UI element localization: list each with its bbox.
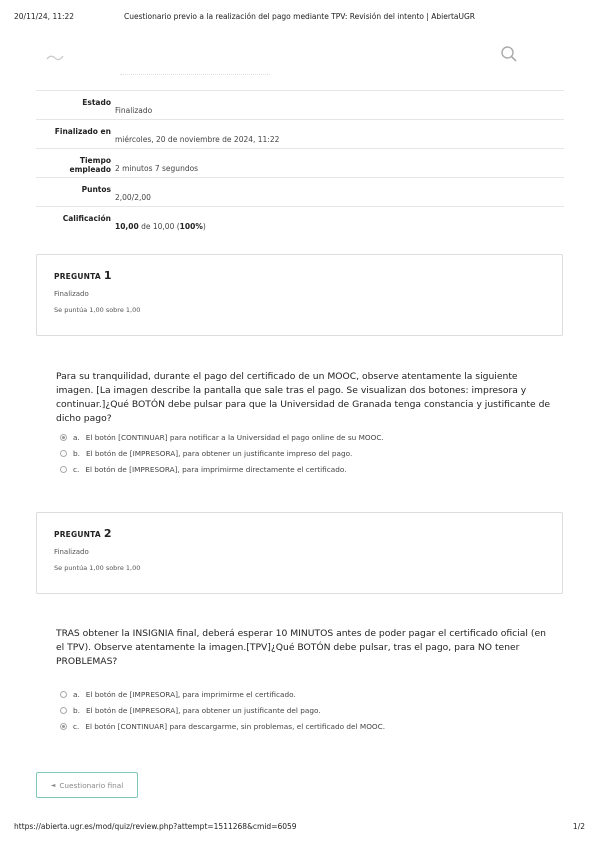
grade-percent: 100% [179, 222, 203, 231]
question-2-text: TRAS obtener la INSIGNIA final, deberá e… [56, 628, 546, 667]
summary-row-finished: Finalizado en miércoles, 20 de noviembre… [36, 119, 564, 148]
answer-letter: b. [73, 448, 80, 458]
question-number: 1 [103, 269, 112, 282]
radio-checked-icon[interactable] [60, 433, 67, 441]
site-logo-icon[interactable] [46, 52, 64, 62]
grade-end: ) [202, 222, 206, 231]
summary-value: 2 minutos 7 segundos [115, 164, 199, 173]
answer-text: El botón de [IMPRESORA], para imprimirme… [85, 689, 296, 699]
answer-option[interactable]: b. El botón de [IMPRESORA], para obtener … [60, 702, 540, 718]
question-grade: Se puntúa 1,00 sobre 1,00 [54, 564, 141, 572]
radio-unchecked-icon[interactable] [60, 706, 67, 714]
summary-value: miércoles, 20 de noviembre de 2024, 11:2… [115, 135, 280, 144]
question-2-info: PREGUNTA 2 Finalizado Se puntúa 1,00 sobr… [36, 512, 563, 594]
summary-row-time: Tiempo empleado 2 minutos 7 segundos [36, 148, 564, 177]
question-2-answers: a. El botón de [IMPRESORA], para imprimir… [60, 686, 540, 734]
prev-activity-label: Cuestionario final [59, 780, 124, 790]
answer-option[interactable]: c. El botón [CONTINUAR] para descargarme,… [60, 718, 540, 734]
question-grade: Se puntúa 1,00 sobre 1,00 [54, 306, 141, 314]
grade-middle: de 10,00 ( [138, 222, 180, 231]
question-title: PREGUNTA 2 [54, 527, 545, 540]
answer-option[interactable]: b. El botón de [IMPRESORA], para obtener … [60, 445, 540, 461]
print-page-number: 1/2 [572, 822, 585, 831]
question-title: PREGUNTA 1 [54, 269, 545, 282]
answer-letter: c. [73, 721, 80, 731]
answer-option[interactable]: a. El botón de [IMPRESORA], para imprimir… [60, 686, 540, 702]
summary-label: Tiempo empleado [69, 156, 111, 174]
radio-unchecked-icon[interactable] [60, 690, 67, 698]
grade-value: 10,00 de 10,00 (100%) [115, 214, 206, 231]
answer-text: El botón de [IMPRESORA], para obtener un… [85, 448, 353, 458]
answer-letter: a. [73, 689, 80, 699]
answer-text: El botón [CONTINUAR] para notificar a la… [85, 432, 384, 442]
print-title: Cuestionario previo a la realización del… [124, 12, 475, 21]
attempt-summary: Estado Finalizado Finalizado en miércole… [36, 90, 564, 235]
answer-text: El botón [CONTINUAR] para descargarme, s… [85, 721, 386, 731]
question-number: 2 [103, 527, 112, 540]
answer-text: El botón de [IMPRESORA], para obtener un… [85, 705, 321, 715]
prev-activity-button[interactable]: ◄ Cuestionario final [36, 772, 138, 798]
question-label: PREGUNTA [54, 530, 101, 539]
question-label: PREGUNTA [54, 272, 101, 281]
answer-letter: a. [73, 432, 80, 442]
triangle-left-icon: ◄ [50, 781, 56, 789]
search-icon[interactable] [500, 45, 518, 63]
grade-score: 10,00 [115, 222, 139, 231]
summary-value: 2,00/2,00 [115, 193, 151, 202]
radio-checked-icon[interactable] [60, 722, 67, 730]
question-1-text: Para su tranquilidad, durante el pago de… [56, 371, 551, 424]
summary-label: Finalizado en [54, 127, 111, 136]
answer-letter: b. [73, 705, 80, 715]
answer-text: El botón de [IMPRESORA], para imprimirme… [85, 464, 347, 474]
question-1-info: PREGUNTA 1 Finalizado Se puntúa 1,00 sobr… [36, 254, 563, 336]
radio-unchecked-icon[interactable] [60, 465, 67, 473]
answer-option[interactable]: a. El botón [CONTINUAR] para notificar a … [60, 429, 540, 445]
summary-label: Estado [82, 98, 111, 107]
answer-option[interactable]: c. El botón de [IMPRESORA], para imprimir… [60, 461, 540, 477]
summary-label: Puntos [81, 185, 111, 194]
print-header: 20/11/24, 11:22 Cuestionario previo a la… [14, 12, 585, 26]
summary-row-state: Estado Finalizado [36, 90, 564, 119]
scrolled-text-remnant [120, 74, 270, 81]
summary-value: Finalizado [115, 106, 153, 115]
question-state: Finalizado [54, 548, 89, 556]
question-state: Finalizado [54, 290, 89, 298]
summary-row-points: Puntos 2,00/2,00 [36, 177, 564, 206]
summary-label: Calificación [62, 214, 111, 223]
radio-unchecked-icon[interactable] [60, 449, 67, 457]
question-1-answers: a. El botón [CONTINUAR] para notificar a … [60, 429, 540, 477]
summary-row-grade: Calificación 10,00 de 10,00 (100%) [36, 206, 564, 235]
answer-letter: c. [73, 464, 80, 474]
print-url: https://abierta.ugr.es/mod/quiz/review.p… [14, 822, 297, 831]
